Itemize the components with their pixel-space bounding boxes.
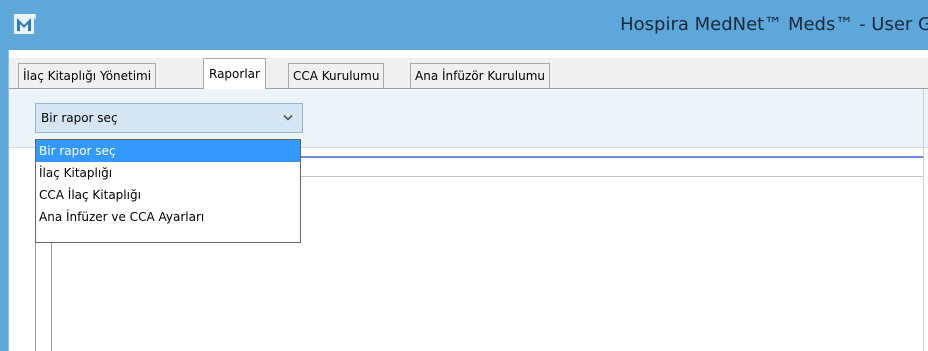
report-grid-rule (300, 176, 923, 177)
report-select[interactable]: Bir rapor seç (35, 103, 303, 133)
window-frame-left (0, 50, 8, 351)
dropdown-option-ilac-kitapligi[interactable]: İlaç Kitaplığı (36, 162, 300, 184)
window-title: Hospira MedNet™ Meds™ - User G (620, 14, 928, 35)
chevron-down-icon (283, 114, 293, 121)
tab-raporlar[interactable]: Raporlar (203, 58, 266, 89)
tab-ilac-kitapligi-yonetimi[interactable]: İlaç Kitaplığı Yönetimi (18, 63, 157, 88)
report-dropdown-list[interactable]: Bir rapor seç İlaç Kitaplığı CCA İlaç Ki… (35, 139, 301, 243)
report-select-value: Bir rapor seç (41, 111, 118, 125)
report-header-rule (300, 156, 923, 158)
dropdown-option-ana-infuzer-cca-ayarlari[interactable]: Ana İnfüzer ve CCA Ayarları (36, 206, 300, 228)
tab-ana-infuzor-kurulumu[interactable]: Ana İnfüzör Kurulumu (410, 63, 550, 88)
tab-cca-kurulumu[interactable]: CCA Kurulumu (288, 63, 385, 88)
panel-right-border (923, 89, 924, 351)
title-bar[interactable]: Hospira MedNet™ Meds™ - User G (0, 0, 928, 50)
report-grid-line (51, 232, 52, 351)
dropdown-option-bir-rapor-sec[interactable]: Bir rapor seç (36, 140, 300, 162)
dropdown-option-cca-ilac-kitapligi[interactable]: CCA İlaç Kitaplığı (36, 184, 300, 206)
report-grid-line (35, 232, 36, 351)
mednet-logo-icon (14, 14, 36, 34)
